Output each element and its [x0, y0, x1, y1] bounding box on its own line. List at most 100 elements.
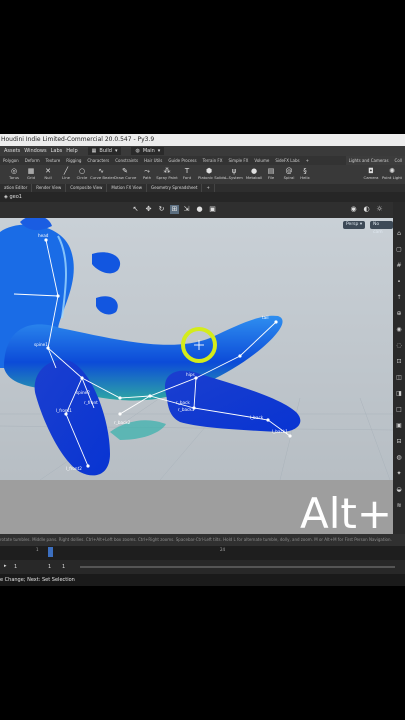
tool-l-system[interactable]: ψ L-System [223, 165, 245, 184]
context-select[interactable]: ◍ Main ▾ [131, 147, 165, 155]
joint-label-r-front: r_front [84, 400, 98, 405]
tool-font[interactable]: T Font [176, 165, 198, 184]
window-title: Houdini Indie Limited-Commercial 20.0.54… [0, 134, 405, 146]
shelf-tab-hair-utils[interactable]: Hair Utils [141, 156, 165, 165]
menu-bar: Assets Windows Labs Help ▦ Build ▾ ◍ Main ▾ [0, 146, 405, 156]
tab-motion-fx-view[interactable]: Motion FX View [107, 184, 148, 192]
rotate-tool-icon[interactable]: ↻ [157, 205, 166, 214]
path-node[interactable]: geo1 [9, 194, 22, 200]
select-tool-icon[interactable]: ↖ [131, 205, 140, 214]
shadow-icon[interactable]: ◒ [395, 486, 403, 494]
end-frame[interactable]: 1 [48, 564, 51, 570]
shelf-tab-volume[interactable]: Volume [251, 156, 272, 165]
menu-help[interactable]: Help [66, 146, 77, 156]
display-camera-menu[interactable]: No cam [370, 221, 393, 235]
tool-platonic-solids[interactable]: ⬢ Platonic Solids [198, 165, 225, 184]
tab-render-view[interactable]: Render View [32, 184, 67, 192]
viewport-hint: rotate tumbles. Middle pans. Right dolli… [0, 534, 405, 546]
scale-tool-icon[interactable]: ⇲ [182, 205, 191, 214]
template-icon[interactable]: ◫ [395, 374, 403, 382]
bounding-box-icon[interactable]: □ [395, 406, 403, 414]
handle-tool-icon[interactable]: ▣ [208, 205, 217, 214]
record-icon[interactable]: ● [195, 205, 204, 214]
shelf-tab-simple-fx[interactable]: Simple FX [225, 156, 251, 165]
shelf-tab-coll[interactable]: Coll [391, 156, 405, 165]
spike-2 [96, 296, 118, 315]
normals-icon[interactable]: ↑ [395, 294, 403, 302]
menu-labs[interactable]: Labs [51, 146, 63, 156]
visibility-icon[interactable]: ◉ [395, 326, 403, 334]
xray-icon[interactable]: ◍ [395, 454, 403, 462]
wireframe-icon[interactable]: ▢ [395, 246, 403, 254]
add-shelf-icon[interactable]: + [303, 156, 312, 165]
tool-spray-paint[interactable]: ⁂ Spray Paint [156, 165, 178, 184]
spike-1 [92, 252, 121, 274]
shelf-tab-deform[interactable]: Deform [22, 156, 43, 165]
help-bar: e Change; Next: Set Selection [0, 574, 405, 586]
shelf-tab-rigging[interactable]: Rigging [63, 156, 84, 165]
safe-area-icon[interactable]: ⊟ [395, 438, 403, 446]
tab-animation-editor[interactable]: ation Editor [0, 184, 33, 192]
camera-lock-icon[interactable]: ▣ [395, 422, 403, 430]
tool-helix[interactable]: § Helix [294, 165, 316, 184]
backface-icon[interactable]: ◨ [395, 390, 403, 398]
playbar: ▸ 1 1 1 [0, 560, 405, 574]
shelf-tab-guide-process[interactable]: Guide Process [165, 156, 199, 165]
houdini-app: Houdini Indie Limited-Commercial 20.0.54… [0, 134, 405, 586]
tool-camera[interactable]: ◘ Camera [360, 165, 382, 184]
grid-toggle-icon[interactable]: # [395, 262, 403, 270]
point-light-icon: ✺ [389, 167, 395, 175]
desktop-select[interactable]: ▦ Build ▾ [87, 147, 122, 155]
menu-assets[interactable]: Assets [4, 146, 20, 156]
pane-tabs: ation Editor Render View Composite View Mot… [0, 184, 405, 192]
tool-curve-bezier[interactable]: ∿ Curve Bezier [90, 165, 114, 184]
tool-draw-curve[interactable]: ✎ Draw Curve [114, 165, 136, 184]
chevron-down-icon: ▾ [114, 148, 118, 154]
joint-label-l-front2: l_front2 [66, 466, 82, 471]
current-frame[interactable]: 1 [62, 564, 65, 570]
add-tab-icon[interactable]: + [202, 184, 215, 192]
shading-icon[interactable]: ◐ [362, 205, 371, 214]
timeline-ruler[interactable]: 1 24 [0, 546, 405, 560]
camera-icon: ◘ [368, 167, 374, 175]
points-icon[interactable]: ∙ [395, 278, 403, 286]
tab-composite-view[interactable]: Composite View [66, 184, 108, 192]
file-icon: ▤ [267, 167, 275, 175]
start-frame[interactable]: 1 [14, 564, 17, 570]
range-slider[interactable] [80, 566, 395, 568]
lock-icon[interactable]: ⊡ [395, 358, 403, 366]
joint-label-spine1: spine1 [34, 342, 48, 347]
scene-viewport[interactable]: head tail spine1 spine2 hips r_front l_f… [0, 218, 393, 480]
home-view-icon[interactable]: ⌂ [395, 230, 403, 238]
playhead[interactable] [48, 547, 53, 557]
view-tool-icon[interactable]: ⊞ [170, 205, 179, 214]
tab-geometry-spreadsheet[interactable]: Geometry Spreadsheet [147, 184, 203, 192]
shelf-tab-characters[interactable]: Characters [84, 156, 112, 165]
timeline-tick: 1 [36, 547, 39, 552]
shelf-tab-sidefx-labs[interactable]: SideFX Labs [272, 156, 302, 165]
circle-icon: ○ [78, 167, 86, 175]
light-icon[interactable]: ✦ [395, 470, 403, 478]
shelf-tab-polygon[interactable]: Polygon [0, 156, 22, 165]
lighting-icon[interactable]: ☼ [375, 205, 384, 214]
play-icon[interactable]: ▸ [4, 563, 7, 569]
timeline-tick: 24 [220, 547, 226, 552]
shelf-tab-lights-cameras[interactable]: Lights and Cameras [345, 156, 392, 165]
ghost-icon[interactable]: ◌ [395, 342, 403, 350]
snapping-icon[interactable]: ⊕ [395, 310, 403, 318]
line-icon: ╱ [63, 167, 69, 175]
shelf-tab-constraints[interactable]: Constraints [112, 156, 141, 165]
shelf-tab-terrain-fx[interactable]: Terrain FX [200, 156, 226, 165]
joint-label-r-back2: r_back2 [114, 420, 131, 425]
fog-icon[interactable]: ≋ [395, 502, 403, 510]
joint-label-hips: hips [186, 372, 195, 377]
path-icon: ⤳ [144, 167, 150, 175]
tool-point-light[interactable]: ✺ Point Light [381, 165, 403, 184]
display-options-icon[interactable]: ◉ [349, 205, 358, 214]
move-tool-icon[interactable]: ✥ [144, 205, 153, 214]
menu-windows[interactable]: Windows [24, 146, 46, 156]
joint-label-tail: tail [262, 315, 269, 320]
tool-path[interactable]: ⤳ Path [136, 165, 158, 184]
camera-menu[interactable]: Persp ▾ [343, 221, 366, 229]
shelf-tab-texture[interactable]: Texture [43, 156, 64, 165]
